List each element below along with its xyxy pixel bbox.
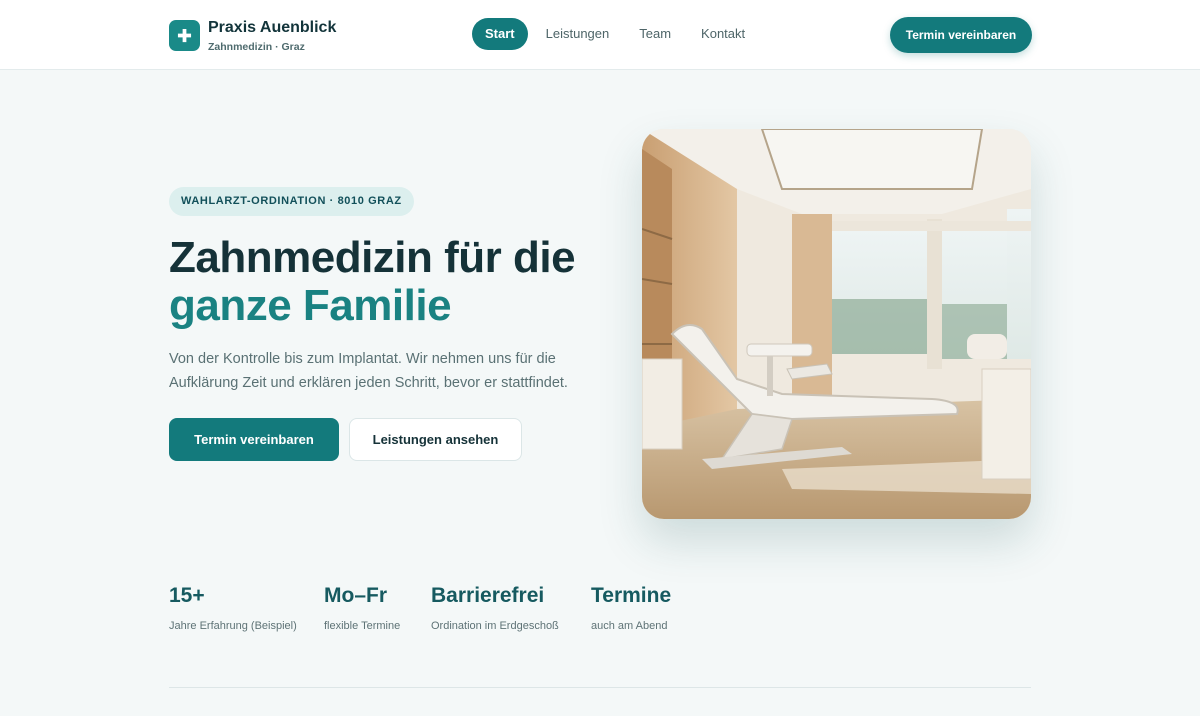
- main-nav: Start Leistungen Team Kontakt: [472, 18, 760, 50]
- appointment-button[interactable]: Termin vereinbaren: [169, 418, 339, 461]
- stat-opening-days: Mo–Fr flexible Termine: [324, 584, 400, 632]
- hero-lead-text: Von der Kontrolle bis zum Implantat. Wir…: [169, 351, 568, 391]
- stat-label: auch am Abend: [591, 620, 668, 632]
- headline-line-1: Zahnmedizin für die: [169, 233, 576, 282]
- hero-headline: Zahnmedizin für die ganze Familie: [169, 234, 619, 330]
- stat-value: 15+: [169, 584, 205, 607]
- stat-experience: 15+ Jahre Erfahrung (Beispiel): [169, 584, 297, 632]
- location-badge: WAHLARZT-ORDINATION · 8010 GRAZ: [169, 187, 414, 216]
- header-appointment-button[interactable]: Termin vereinbaren: [890, 17, 1032, 53]
- site-header: Praxis Auenblick Zahnmedizin · Graz Star…: [0, 0, 1200, 70]
- nav-item-kontakt[interactable]: Kontakt: [686, 18, 760, 50]
- nav-item-leistungen[interactable]: Leistungen: [531, 18, 625, 50]
- brand-subtitle: Zahnmedizin · Graz: [208, 41, 305, 53]
- brand[interactable]: Praxis Auenblick Zahnmedizin · Graz: [169, 19, 336, 53]
- nav-item-team[interactable]: Team: [624, 18, 686, 50]
- medical-cross-icon: [169, 20, 200, 51]
- stat-value: Mo–Fr: [324, 584, 387, 607]
- stat-label: Jahre Erfahrung (Beispiel): [169, 620, 297, 632]
- stat-value: Termine: [591, 584, 672, 607]
- services-button[interactable]: Leistungen ansehen: [349, 418, 522, 461]
- stat-accessibility: Barrierefrei Ordination im Erdgeschoß: [431, 584, 559, 632]
- stat-label: flexible Termine: [324, 620, 401, 632]
- brand-name: Praxis Auenblick: [208, 19, 337, 36]
- nav-item-start[interactable]: Start: [472, 18, 528, 50]
- stat-evening-appointments: Termine auch am Abend: [591, 584, 671, 632]
- treatment-room-image: [642, 129, 1031, 519]
- stat-label: Ordination im Erdgeschoß: [431, 620, 559, 632]
- headline-line-2: ganze Familie: [169, 281, 452, 330]
- stat-value: Barrierefrei: [431, 584, 545, 607]
- section-divider: [169, 687, 1031, 688]
